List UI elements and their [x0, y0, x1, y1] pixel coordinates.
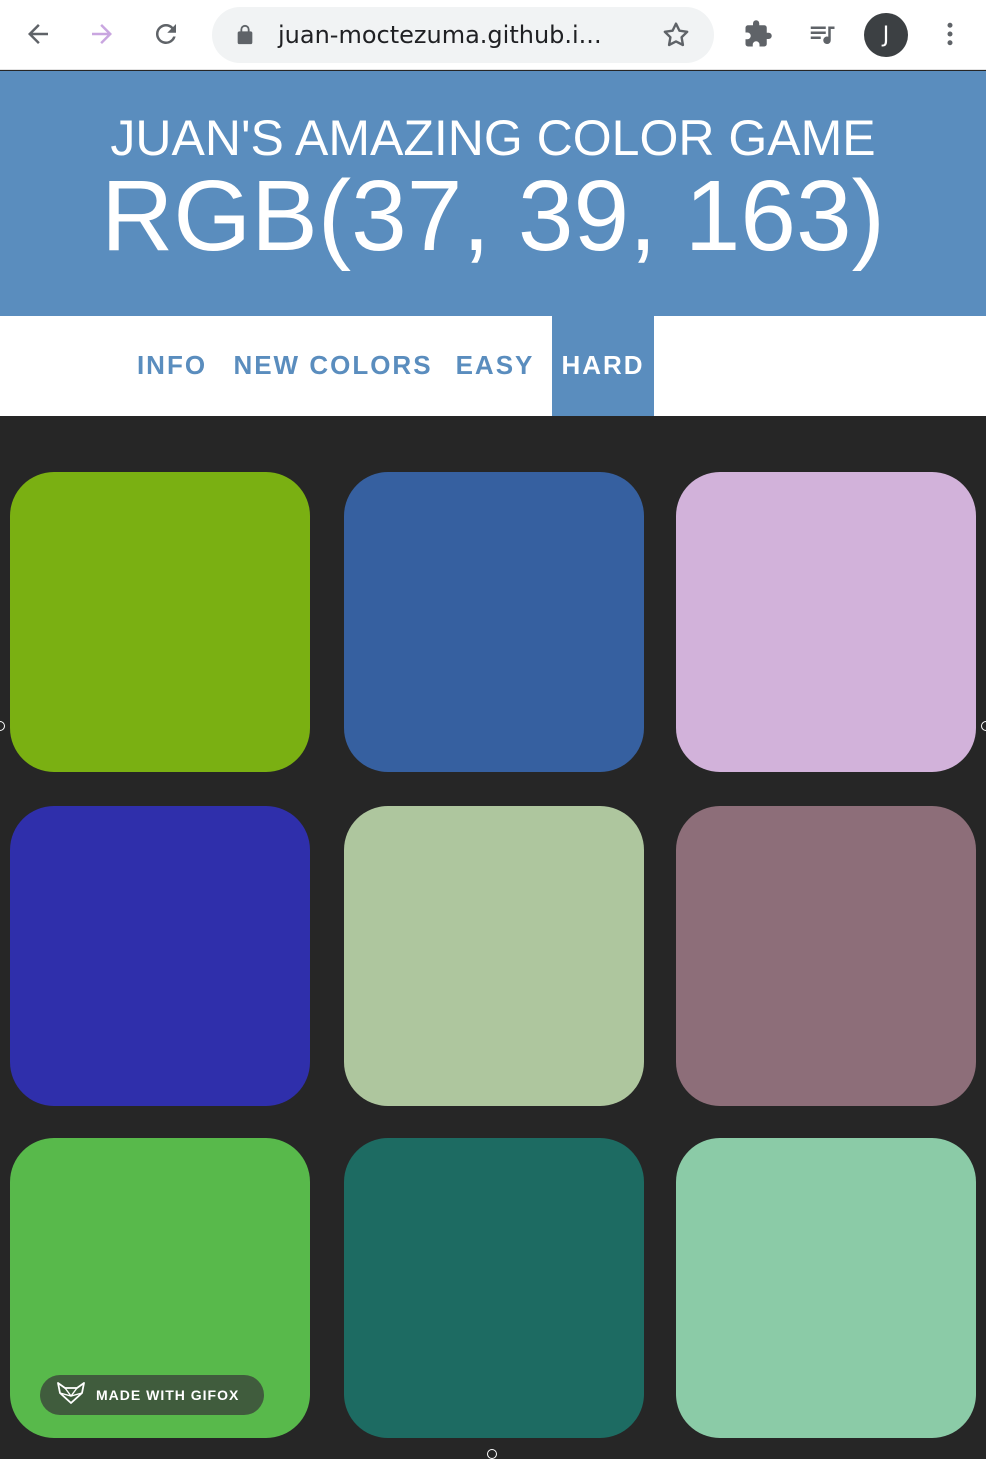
- edge-handle-right: [981, 721, 986, 731]
- url-text[interactable]: juan-moctezuma.github.i...: [278, 21, 602, 49]
- color-square-1[interactable]: [10, 472, 310, 772]
- puzzle-icon[interactable]: [738, 14, 778, 54]
- gifox-watermark: MADE WITH GIFOX: [40, 1375, 264, 1415]
- watermark-text: MADE WITH GIFOX: [96, 1387, 240, 1403]
- color-square-9[interactable]: [676, 1138, 976, 1438]
- color-square-2[interactable]: [344, 472, 644, 772]
- color-square-3[interactable]: [676, 472, 976, 772]
- edge-handle-bottom: [487, 1449, 497, 1459]
- new-colors-button[interactable]: NEW COLORS: [230, 316, 436, 416]
- color-square-5[interactable]: [344, 806, 644, 1106]
- info-button[interactable]: INFO: [124, 316, 220, 416]
- reload-icon[interactable]: [146, 14, 186, 54]
- kebab-menu-icon[interactable]: [930, 14, 970, 54]
- media-queue-icon[interactable]: [802, 14, 842, 54]
- target-rgb-display: RGB(37, 39, 163): [101, 160, 885, 272]
- color-square-4[interactable]: [10, 806, 310, 1106]
- browser-toolbar: juan-moctezuma.github.i... J: [0, 0, 986, 70]
- easy-mode-button[interactable]: EASY: [448, 316, 542, 416]
- game-header: JUAN'S AMAZING COLOR GAME RGB(37, 39, 16…: [0, 71, 986, 316]
- hard-mode-button[interactable]: HARD: [552, 316, 654, 416]
- lock-icon: [234, 23, 256, 51]
- color-square-6[interactable]: [676, 806, 976, 1106]
- avatar[interactable]: J: [864, 13, 908, 57]
- menu-bar: INFO NEW COLORS EASY HARD: [0, 316, 986, 416]
- back-arrow-icon[interactable]: [18, 14, 58, 54]
- color-square-8[interactable]: [344, 1138, 644, 1438]
- star-icon[interactable]: [660, 19, 692, 55]
- fox-logo-icon: [56, 1381, 86, 1409]
- forward-arrow-icon[interactable]: [82, 14, 122, 54]
- address-bar[interactable]: juan-moctezuma.github.i...: [212, 7, 714, 63]
